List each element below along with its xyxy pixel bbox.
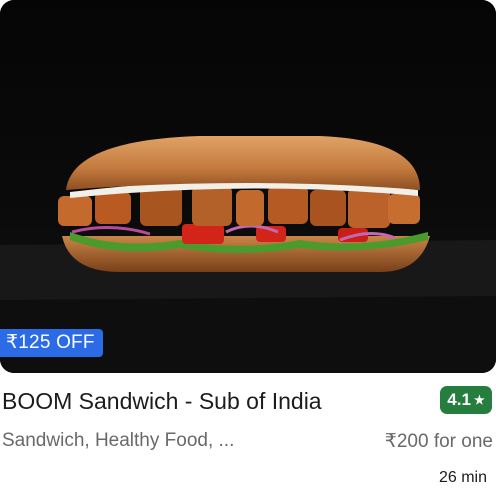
- offer-badge: ₹125 OFF: [0, 329, 103, 357]
- rating-value: 4.1: [447, 390, 471, 409]
- restaurant-name[interactable]: BOOM Sandwich - Sub of India: [2, 388, 322, 415]
- delivery-time: 26 min: [438, 469, 487, 486]
- sandwich-photo: [0, 0, 496, 373]
- restaurant-card[interactable]: ₹125 OFF BOOM Sandwich - Sub of India 4.…: [0, 0, 496, 502]
- price-for-one: ₹200 for one: [384, 431, 493, 452]
- star-icon: ★: [473, 393, 485, 407]
- rating-badge: 4.1 ★: [440, 386, 492, 414]
- restaurant-photo[interactable]: ₹125 OFF: [0, 0, 496, 373]
- cuisine-list: Sandwich, Healthy Food, ...: [2, 430, 235, 451]
